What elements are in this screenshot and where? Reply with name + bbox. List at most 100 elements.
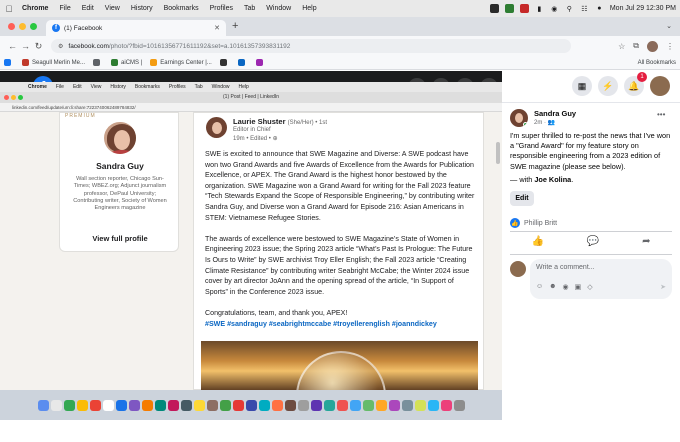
status-app-icon[interactable] [489, 4, 499, 13]
search-icon[interactable]: ⚲ [565, 4, 574, 13]
friends-audience-icon[interactable]: 👥 [548, 120, 555, 126]
dock-app-icon [167, 399, 179, 411]
chrome-menu-icon[interactable]: ⋮ [666, 42, 674, 51]
bookmark-star-icon[interactable]: ☆ [618, 42, 625, 51]
reload-icon[interactable]: ↻ [32, 41, 45, 52]
bookmark-item[interactable] [4, 59, 14, 66]
poster-avatar[interactable] [510, 109, 528, 127]
messenger-icon[interactable]: ⚡ [598, 76, 618, 96]
avatar-face [114, 130, 130, 150]
bookmarks-bar: Seagull Merlin Me... aiCMS | Earnings Ce… [0, 56, 680, 70]
profile-avatar [102, 120, 138, 156]
bookmark-favicon-icon [150, 59, 158, 66]
url-path: /photo/?fbid=10161356771611192&set=a.101… [108, 42, 291, 50]
comment-icon[interactable]: 💬 [587, 236, 599, 247]
dock-app-icon [297, 399, 309, 411]
window-zoom-button[interactable] [30, 23, 37, 30]
comment-tools: ☺ ☻ ◉ ▣ ◇ [536, 283, 593, 291]
forward-icon[interactable]: → [19, 41, 32, 51]
facebook-favicon-icon: f [52, 24, 60, 32]
tab-facebook[interactable]: f (1) Facebook ✕ [46, 20, 226, 36]
avatar-face [212, 122, 222, 134]
menu-window[interactable]: Window [266, 5, 291, 12]
menu-history[interactable]: History [131, 5, 153, 12]
menu-view[interactable]: View [105, 5, 120, 12]
like-icon[interactable]: 👍 [531, 236, 543, 247]
share-icon[interactable]: ➦ [642, 236, 650, 247]
send-icon[interactable]: ➤ [660, 283, 666, 291]
apple-icon[interactable]:  [4, 4, 14, 14]
menu-help[interactable]: Help [302, 5, 316, 12]
dock-app-icon [440, 399, 452, 411]
bookmark-item[interactable]: aiCMS | [111, 59, 142, 66]
viewer-footer [0, 420, 502, 442]
dock-app-icon [401, 399, 413, 411]
dock-app-icon [141, 399, 153, 411]
camera-icon[interactable]: ◉ [563, 283, 569, 291]
menu-grid-icon[interactable]: ▦ [572, 76, 592, 96]
menu-datetime[interactable]: Mon Jul 29 12:30 PM [610, 5, 676, 12]
all-bookmarks-link[interactable]: All Bookmarks [638, 60, 676, 66]
poster-name[interactable]: Sandra Guy [534, 109, 576, 118]
menu-file[interactable]: File [59, 5, 70, 12]
post-paragraph: The awards of excellence were bestowed t… [205, 234, 473, 296]
sticker-icon[interactable]: ◇ [587, 283, 592, 291]
bookmark-item[interactable] [93, 59, 103, 66]
menu-edit[interactable]: Edit [82, 5, 94, 12]
gif-icon[interactable]: ▣ [575, 283, 582, 291]
tab-search-chevron-icon[interactable]: ⌄ [666, 22, 672, 30]
back-icon[interactable]: ← [6, 41, 19, 51]
bookmark-item[interactable] [255, 59, 266, 66]
dock-app-icon [245, 399, 257, 411]
window-close-button[interactable] [8, 23, 15, 30]
status-app-icon-2[interactable] [504, 4, 514, 13]
site-info-icon[interactable]: ⚙ [58, 43, 63, 50]
battery-icon[interactable]: ▮ [535, 4, 544, 13]
window-minimize-button[interactable] [19, 23, 26, 30]
bookmark-item[interactable] [237, 59, 248, 66]
dock-app-icon [37, 399, 49, 411]
avatar-sticker-icon[interactable]: ☺ [536, 283, 543, 291]
url-host: facebook.com [68, 42, 109, 50]
new-tab-icon[interactable]: + [232, 20, 238, 32]
extensions-icon[interactable]: ⧉ [633, 41, 639, 51]
account-avatar[interactable] [650, 76, 670, 96]
post-author-title: Editor in Chief [233, 127, 271, 133]
divider [510, 254, 672, 255]
status-app-icon-3[interactable] [519, 4, 529, 13]
bookmark-favicon-icon [4, 59, 11, 66]
avatar-shirt [108, 150, 136, 154]
bookmark-item[interactable]: Seagull Merlin Me... [22, 59, 85, 66]
reactions-summary[interactable]: 👍 Phillip Britt [510, 218, 557, 228]
edit-button[interactable]: Edit [510, 191, 534, 206]
siri-icon[interactable]: ● [595, 4, 604, 13]
nested-menu-bar: Chrome File Edit View History Bookmarks … [0, 82, 502, 92]
dock-app-icon [375, 399, 387, 411]
emoji-icon[interactable]: ☻ [549, 283, 556, 291]
control-center-icon[interactable]: ☷ [580, 4, 589, 13]
post-author-avatar [206, 117, 227, 138]
menu-tab[interactable]: Tab [244, 5, 255, 12]
menu-app-name[interactable]: Chrome [22, 5, 48, 12]
more-options-icon[interactable]: ••• [657, 110, 665, 119]
notifications-bell-icon[interactable]: 🔔 1 [624, 72, 647, 96]
dock-app-icon [180, 399, 192, 411]
menu-profiles[interactable]: Profiles [210, 5, 233, 12]
wifi-icon[interactable]: ◉ [550, 4, 559, 13]
tab-close-icon[interactable]: ✕ [214, 24, 220, 32]
post-caption: I'm super thrilled to re-post the news t… [510, 131, 671, 171]
linkedin-feed: PREMIUM Sandra Guy Wall section reporter… [0, 112, 502, 391]
profile-avatar-icon[interactable] [647, 40, 658, 52]
dock-app-icon [336, 399, 348, 411]
address-bar[interactable]: ⚙ facebook.com /photo/?fbid=101613567716… [51, 39, 571, 53]
dock-app-icon [388, 399, 400, 411]
post-time-text[interactable]: 2m [534, 120, 542, 126]
dock-app-icon [414, 399, 426, 411]
tagged-person-link[interactable]: Joe Kolina [534, 175, 571, 184]
bookmark-item[interactable]: Earnings Center |... [150, 59, 212, 66]
nested-window-title: (1) Post | Feed | LinkedIn [223, 94, 279, 100]
comment-input[interactable]: Write a comment... ☺ ☻ ◉ ▣ ◇ ➤ [530, 259, 672, 299]
menu-bookmarks[interactable]: Bookmarks [164, 5, 199, 12]
divider [510, 231, 672, 232]
bookmark-item[interactable] [219, 59, 230, 66]
